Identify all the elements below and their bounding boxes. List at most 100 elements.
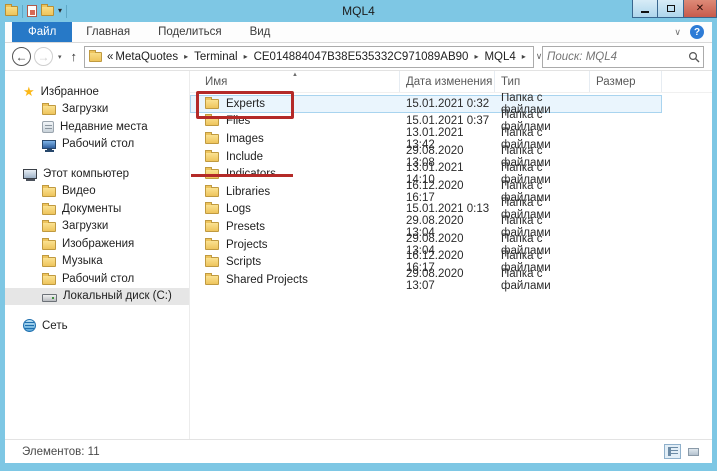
folder-icon [42, 187, 56, 197]
breadcrumb-separator-icon: ▸ [240, 52, 252, 61]
ribbon-tabs: Файл Главная Поделиться Вид ∨ ? [5, 22, 712, 43]
folder-icon [89, 52, 102, 62]
recent-places-icon [42, 121, 54, 133]
items-count: Элементов: 11 [22, 446, 100, 458]
sidebar-label: Загрузки [62, 103, 108, 115]
folder-icon [205, 204, 219, 214]
explorer-window: ▾ MQL4 ✕ Файл Главная Поделиться Вид ∨ ?… [0, 0, 717, 471]
folder-icon [42, 205, 56, 215]
folder-icon [205, 187, 219, 197]
main-area: ★ Избранное Загрузки Недавние места Рабо… [5, 71, 712, 439]
breadcrumb-terminal-id[interactable]: CE014884047B38E535332C971089AB90 [254, 51, 469, 63]
sort-ascending-icon: ▲ [292, 72, 298, 78]
hard-drive-icon [42, 294, 57, 302]
sidebar-item-downloads-pc[interactable]: Загрузки [5, 218, 189, 236]
sidebar-label: Видео [62, 185, 96, 197]
computer-icon [23, 169, 37, 179]
sidebar-section-network[interactable]: Сеть [5, 317, 189, 335]
sidebar-label: Сеть [42, 320, 68, 332]
up-button[interactable]: ↑ [67, 49, 82, 64]
sidebar-label: Локальный диск (C:) [63, 290, 172, 302]
file-name: Libraries [226, 186, 270, 198]
thumbnails-view-button[interactable] [685, 444, 702, 459]
history-chevron-icon[interactable]: ▾ [56, 53, 64, 61]
file-name: Include [226, 151, 263, 163]
column-headers: ▲ Имя Дата изменения Тип Размер [190, 71, 712, 93]
sidebar-label: Рабочий стол [62, 138, 134, 150]
minimize-button[interactable] [632, 0, 658, 18]
forward-button[interactable]: → [34, 47, 53, 66]
folder-icon [205, 222, 219, 232]
sidebar-section-this-pc[interactable]: Этот компьютер [5, 165, 189, 183]
column-header-date-modified[interactable]: Дата изменения [400, 71, 495, 92]
folder-icon [205, 257, 219, 267]
sidebar-label: Этот компьютер [43, 168, 129, 180]
annotation-red-box-experts [196, 91, 294, 119]
tab-file[interactable]: Файл [12, 22, 72, 42]
expand-ribbon-chevron-icon[interactable]: ∨ [674, 27, 681, 38]
help-icon[interactable]: ? [690, 25, 704, 39]
folder-icon [42, 105, 56, 115]
customize-quick-access-chevron-icon[interactable]: ▾ [58, 6, 62, 16]
sidebar-item-videos[interactable]: Видео [5, 183, 189, 201]
file-row-libraries[interactable]: Libraries 16.12.2020 16:17 Папка с файла… [190, 183, 662, 201]
thumbnails-view-icon [688, 448, 699, 456]
file-date: 16.12.2020 16:17 [400, 180, 495, 204]
tab-share[interactable]: Поделиться [144, 22, 236, 42]
file-name: Images [226, 133, 264, 145]
sidebar-item-pictures[interactable]: Изображения [5, 235, 189, 253]
new-folder-icon[interactable] [41, 6, 54, 16]
sidebar-label: Избранное [41, 86, 99, 98]
file-name: Logs [226, 203, 251, 215]
breadcrumb-separator-icon: ▸ [180, 52, 192, 61]
file-row-shared-projects[interactable]: Shared Projects 29.08.2020 13:07 Папка с… [190, 271, 662, 289]
search-input[interactable] [543, 51, 685, 63]
file-date: 15.01.2021 0:37 [400, 115, 495, 127]
sidebar-section-favorites[interactable]: ★ Избранное [5, 83, 189, 101]
file-date: 29.08.2020 13:07 [400, 268, 495, 292]
file-name: Shared Projects [226, 274, 308, 286]
column-header-size[interactable]: Размер [590, 71, 662, 92]
file-name: Projects [226, 239, 268, 251]
address-bar[interactable]: « MetaQuotes ▸ Terminal ▸ CE014884047B38… [84, 46, 534, 68]
sidebar-label: Изображения [62, 238, 134, 250]
details-view-button[interactable] [664, 444, 681, 459]
sidebar-label: Недавние места [60, 121, 148, 133]
sidebar-item-local-disk-c[interactable]: Локальный диск (C:) [5, 288, 189, 306]
file-date: 15.01.2021 0:32 [400, 98, 495, 110]
view-toggle-buttons [664, 444, 702, 459]
file-list-pane: ▲ Имя Дата изменения Тип Размер Experts … [190, 71, 712, 439]
column-header-type[interactable]: Тип [495, 71, 590, 92]
folder-icon [42, 275, 56, 285]
sidebar-item-documents[interactable]: Документы [5, 200, 189, 218]
breadcrumb-metaquotes[interactable]: MetaQuotes [115, 51, 178, 63]
folder-icon [205, 152, 219, 162]
folder-icon [42, 240, 56, 250]
sidebar-item-recent-places[interactable]: Недавние места [5, 118, 189, 136]
maximize-icon [667, 5, 675, 12]
details-view-icon [668, 447, 678, 456]
file-name: Scripts [226, 256, 261, 268]
search-icon[interactable] [685, 51, 703, 63]
properties-icon[interactable] [27, 5, 37, 17]
separator [22, 5, 23, 18]
sidebar-item-music[interactable]: Музыка [5, 253, 189, 271]
maximize-button[interactable] [658, 0, 684, 18]
sidebar-label: Рабочий стол [62, 273, 134, 285]
file-type: Папка с файлами [495, 268, 590, 292]
sidebar-item-desktop[interactable]: Рабочий стол [5, 136, 189, 154]
tab-view[interactable]: Вид [236, 22, 285, 42]
breadcrumb-mql4[interactable]: MQL4 [484, 51, 515, 63]
back-button[interactable]: ← [12, 47, 31, 66]
sidebar-item-downloads[interactable]: Загрузки [5, 101, 189, 119]
status-bar: Элементов: 11 [5, 439, 712, 463]
sidebar-item-desktop-pc[interactable]: Рабочий стол [5, 270, 189, 288]
file-name: Presets [226, 221, 265, 233]
breadcrumb-collapsed[interactable]: « [107, 51, 113, 63]
breadcrumb-separator-icon: ▸ [470, 52, 482, 61]
minimize-icon [641, 11, 649, 13]
close-button[interactable]: ✕ [684, 0, 717, 18]
tab-home[interactable]: Главная [72, 22, 144, 42]
search-box[interactable] [542, 46, 704, 68]
breadcrumb-terminal[interactable]: Terminal [194, 51, 237, 63]
